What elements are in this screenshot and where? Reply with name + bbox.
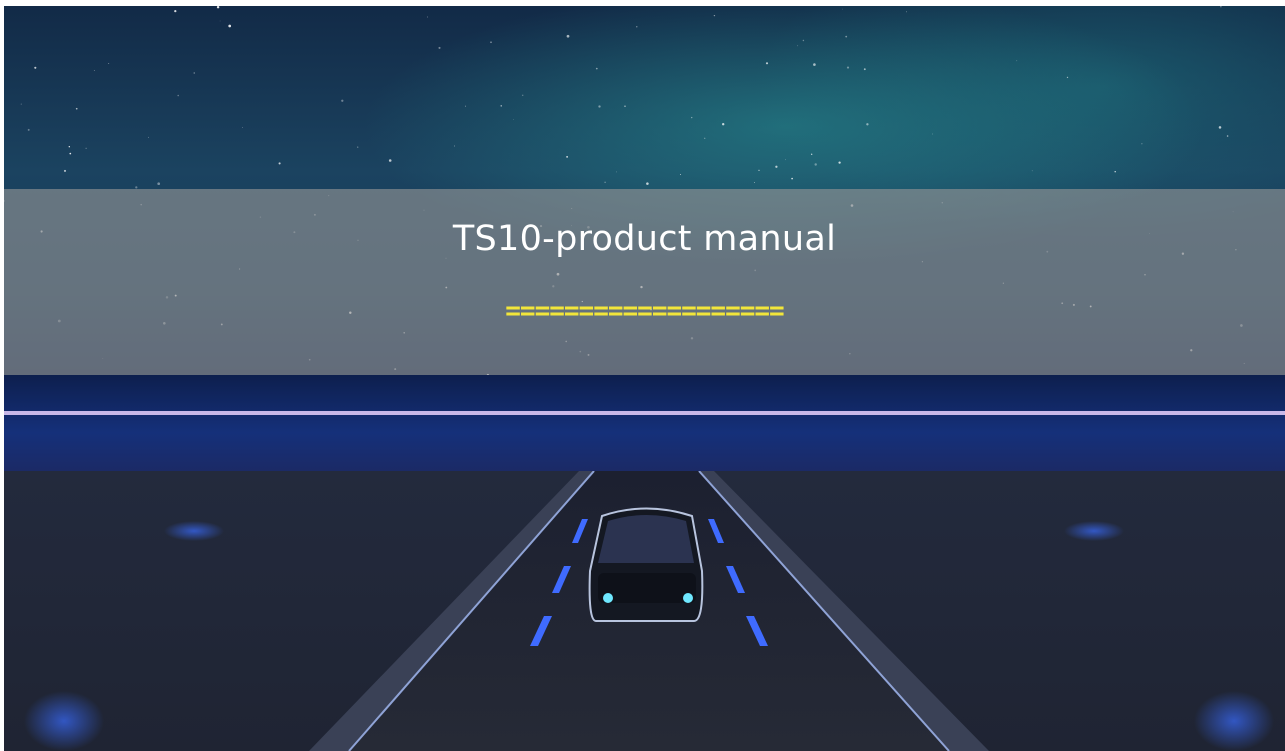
slide-title: TS10-product manual xyxy=(452,219,837,259)
accent-line xyxy=(4,411,1285,415)
road-illustration xyxy=(4,471,1285,751)
title-divider: =================== xyxy=(505,296,784,326)
car-illustration xyxy=(588,507,704,622)
title-banner xyxy=(4,189,1285,375)
slide-canvas: TS10-product manual =================== xyxy=(4,6,1285,751)
horizon-band xyxy=(4,375,1285,471)
